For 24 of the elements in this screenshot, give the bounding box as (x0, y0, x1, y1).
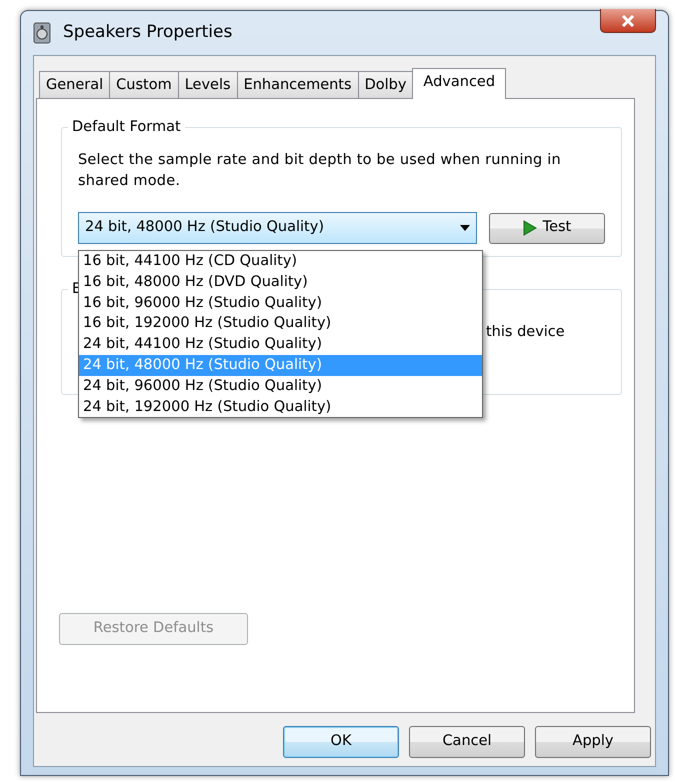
caret-icon (460, 225, 470, 231)
test-button[interactable]: Test (488, 212, 605, 244)
close-icon (621, 14, 635, 26)
format-option[interactable]: 16 bit, 44100 Hz (CD Quality) (79, 251, 482, 272)
description-text: Select the sample rate and bit depth to be used when running in shared mode. (78, 151, 562, 191)
dialog-button[interactable]: Cancel (409, 726, 525, 758)
format-option[interactable]: 16 bit, 192000 Hz (Studio Quality) (79, 313, 482, 334)
tab[interactable]: Custom (109, 71, 179, 98)
tab[interactable]: Enhancements (236, 71, 359, 98)
format-option[interactable]: 24 bit, 96000 Hz (Studio Quality) (79, 376, 482, 397)
dialog-button[interactable]: OK (283, 726, 399, 758)
format-dropdown[interactable]: 24 bit, 48000 Hz (Studio Quality) (78, 212, 477, 244)
window-title: Speakers Properties (63, 21, 232, 44)
play-icon (522, 220, 537, 236)
close-button[interactable] (600, 9, 656, 33)
tab[interactable]: Dolby (358, 71, 414, 98)
group-text: this device (486, 323, 565, 342)
format-option[interactable]: 24 bit, 192000 Hz (Studio Quality) (79, 396, 482, 418)
tab[interactable]: General (39, 71, 110, 98)
tab[interactable]: Advanced (412, 68, 506, 99)
tab[interactable]: Levels (178, 71, 238, 98)
format-option[interactable]: 24 bit, 44100 Hz (Studio Quality) (79, 334, 482, 355)
dialog-button[interactable]: Apply (535, 726, 651, 758)
speaker-icon (33, 22, 53, 44)
